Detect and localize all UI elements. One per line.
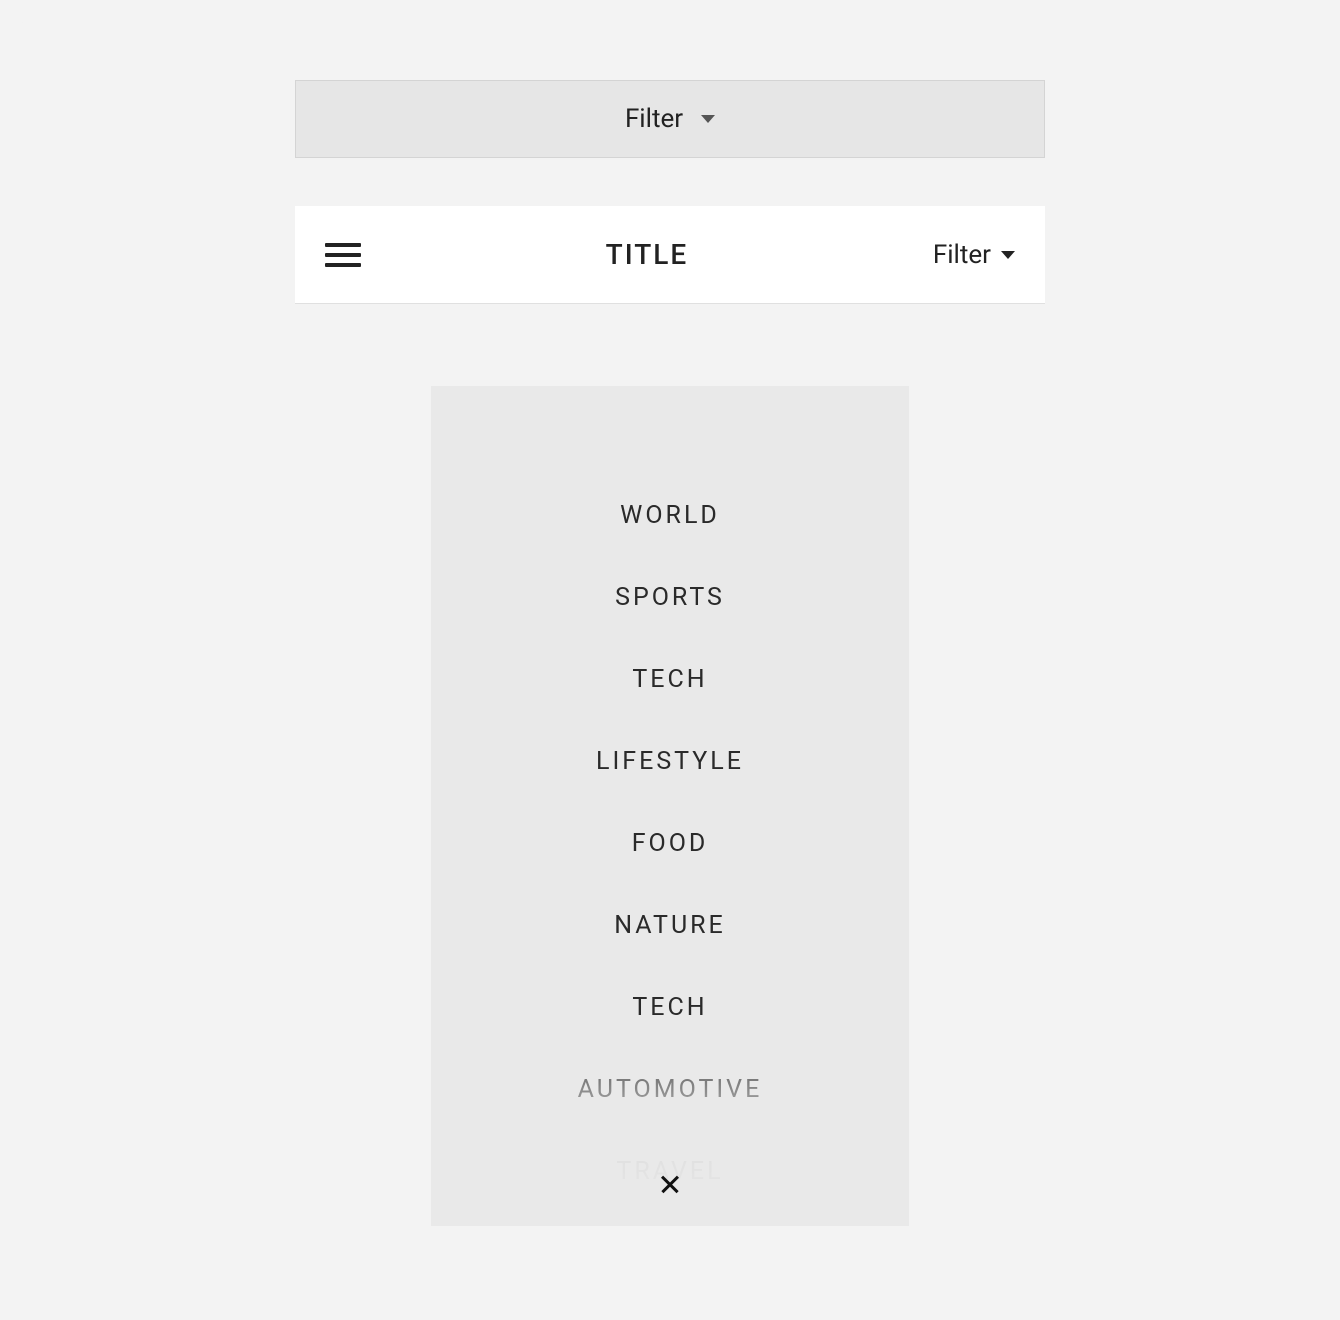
category-item[interactable]: SPORTS [615,583,725,612]
header-filter-label: Filter [933,240,991,270]
category-item[interactable]: FOOD [632,829,709,858]
chevron-down-icon [1001,251,1015,259]
close-icon[interactable] [658,1172,682,1196]
category-item[interactable]: LIFESTYLE [596,747,744,776]
category-item[interactable]: NATURE [614,911,726,940]
chevron-down-icon [701,115,715,123]
category-item[interactable]: AUTOMOTIVE [578,1075,763,1104]
category-item[interactable]: TECH [632,665,707,694]
category-item[interactable]: WORLD [620,501,720,530]
page-title: TITLE [606,238,689,271]
category-item[interactable]: TECH [632,993,707,1022]
hamburger-menu-icon[interactable] [325,243,361,267]
category-list: WORLD SPORTS TECH LIFESTYLE FOOD NATURE … [431,501,909,1186]
filter-dropdown-bar[interactable]: Filter [295,80,1045,158]
filter-bar-label: Filter [625,104,683,134]
category-filter-panel: WORLD SPORTS TECH LIFESTYLE FOOD NATURE … [431,386,909,1226]
header-filter-dropdown[interactable]: Filter [933,240,1015,270]
header-bar: TITLE Filter [295,206,1045,304]
